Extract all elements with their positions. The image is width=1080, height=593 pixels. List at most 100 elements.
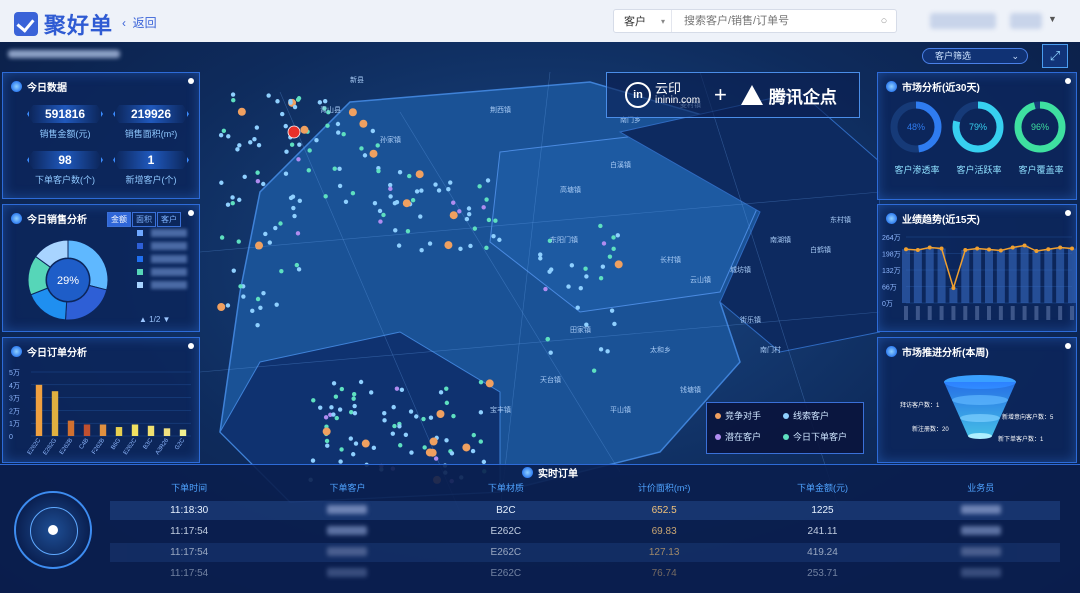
customer-marker[interactable] bbox=[607, 254, 613, 259]
customer-marker[interactable] bbox=[451, 413, 456, 419]
customer-marker[interactable] bbox=[543, 286, 548, 292]
customer-marker[interactable] bbox=[477, 184, 482, 189]
customer-marker[interactable] bbox=[241, 294, 246, 299]
customer-marker[interactable] bbox=[255, 178, 261, 184]
customer-marker[interactable] bbox=[405, 228, 411, 234]
trend-point[interactable] bbox=[939, 246, 944, 251]
customer-marker[interactable] bbox=[337, 407, 343, 412]
bar[interactable] bbox=[99, 424, 107, 436]
customer-marker[interactable] bbox=[548, 350, 553, 355]
customer-marker[interactable] bbox=[403, 432, 409, 438]
customer-marker[interactable] bbox=[484, 197, 489, 202]
customer-marker[interactable] bbox=[614, 260, 623, 269]
customer-marker[interactable] bbox=[449, 211, 458, 220]
customer-marker[interactable] bbox=[399, 387, 405, 393]
customer-marker[interactable] bbox=[371, 445, 377, 451]
customer-filter-dropdown[interactable]: 客户筛选 ⌄ bbox=[922, 48, 1028, 64]
customer-marker[interactable] bbox=[368, 390, 374, 395]
customer-marker[interactable] bbox=[306, 168, 311, 173]
customer-marker[interactable] bbox=[255, 170, 260, 175]
bar[interactable] bbox=[163, 428, 171, 436]
customer-marker[interactable] bbox=[485, 178, 491, 183]
trend-point[interactable] bbox=[915, 248, 920, 252]
tab-amount[interactable]: 金额 bbox=[107, 212, 131, 227]
customer-marker[interactable] bbox=[231, 268, 236, 273]
customer-marker[interactable] bbox=[381, 212, 386, 218]
customer-marker[interactable] bbox=[485, 379, 494, 388]
customer-marker[interactable] bbox=[598, 347, 604, 352]
customer-marker[interactable] bbox=[497, 237, 502, 243]
customer-marker[interactable] bbox=[394, 386, 400, 391]
customer-marker[interactable] bbox=[352, 403, 357, 409]
map-legend-item[interactable]: 潜在客户 bbox=[715, 430, 783, 443]
customer-marker[interactable] bbox=[484, 245, 489, 251]
customer-marker[interactable] bbox=[388, 186, 393, 192]
customer-marker[interactable] bbox=[322, 98, 328, 104]
customer-marker[interactable] bbox=[414, 414, 419, 419]
customer-marker[interactable] bbox=[261, 181, 266, 187]
customer-marker[interactable] bbox=[421, 416, 426, 422]
customer-marker[interactable] bbox=[255, 241, 264, 250]
customer-marker[interactable] bbox=[296, 267, 302, 272]
customer-marker[interactable] bbox=[250, 308, 255, 314]
trend-point[interactable] bbox=[904, 247, 908, 252]
customer-marker[interactable] bbox=[273, 225, 278, 231]
customer-marker[interactable] bbox=[332, 166, 337, 171]
customer-marker[interactable] bbox=[288, 195, 294, 201]
search-icon[interactable]: ○ bbox=[872, 15, 896, 27]
customer-marker[interactable] bbox=[377, 208, 383, 214]
customer-marker[interactable] bbox=[334, 415, 339, 421]
customer-marker[interactable] bbox=[219, 235, 225, 240]
customer-marker[interactable] bbox=[352, 410, 358, 416]
customer-marker[interactable] bbox=[451, 200, 456, 205]
customer-marker[interactable] bbox=[419, 188, 424, 193]
customer-marker[interactable] bbox=[359, 146, 364, 151]
back-link[interactable]: ‹ 返回 bbox=[122, 14, 157, 31]
customer-marker[interactable] bbox=[279, 268, 284, 274]
customer-marker[interactable] bbox=[376, 168, 381, 174]
customer-marker[interactable] bbox=[397, 170, 403, 175]
customer-marker[interactable] bbox=[314, 138, 319, 143]
customer-marker[interactable] bbox=[448, 180, 453, 185]
customer-marker[interactable] bbox=[322, 427, 331, 436]
customer-marker[interactable] bbox=[263, 231, 268, 237]
customer-marker[interactable] bbox=[255, 322, 260, 328]
trend-point[interactable] bbox=[1070, 246, 1074, 251]
customer-marker[interactable] bbox=[422, 445, 427, 450]
app-logo[interactable]: 聚好单 bbox=[14, 8, 113, 40]
customer-marker[interactable] bbox=[464, 216, 470, 222]
table-row[interactable]: 11:17:54 E262C 76.74 253.71 bbox=[110, 564, 1060, 583]
customer-marker[interactable] bbox=[288, 98, 293, 104]
customer-marker[interactable] bbox=[470, 448, 476, 454]
customer-marker[interactable] bbox=[217, 302, 226, 311]
customer-marker[interactable] bbox=[538, 256, 543, 261]
customer-marker[interactable] bbox=[219, 180, 224, 185]
customer-marker[interactable] bbox=[410, 198, 416, 203]
customer-marker[interactable] bbox=[491, 234, 496, 239]
customer-marker[interactable] bbox=[274, 302, 279, 307]
customer-marker[interactable] bbox=[255, 296, 261, 302]
table-row[interactable]: 11:17:54 E262C 127.13 419.24 bbox=[110, 543, 1060, 562]
customer-marker[interactable] bbox=[396, 243, 402, 248]
customer-marker[interactable] bbox=[408, 409, 414, 414]
customer-marker[interactable] bbox=[436, 409, 445, 418]
customer-marker[interactable] bbox=[237, 143, 242, 148]
customer-marker[interactable] bbox=[218, 132, 224, 138]
bar[interactable] bbox=[147, 425, 155, 436]
trend-point[interactable] bbox=[998, 248, 1003, 253]
customer-marker[interactable] bbox=[457, 209, 462, 214]
customer-marker[interactable] bbox=[458, 246, 463, 252]
customer-marker[interactable] bbox=[393, 228, 398, 233]
customer-marker[interactable] bbox=[419, 247, 424, 253]
table-row[interactable]: 11:18:30 B2C 652.5 1225 bbox=[110, 501, 1060, 520]
customer-marker[interactable] bbox=[337, 183, 343, 189]
customer-marker[interactable] bbox=[225, 303, 231, 308]
customer-marker[interactable] bbox=[600, 264, 606, 269]
customer-marker[interactable] bbox=[370, 128, 376, 134]
customer-marker[interactable] bbox=[378, 219, 383, 224]
customer-marker[interactable] bbox=[278, 221, 283, 226]
customer-marker[interactable] bbox=[333, 394, 339, 399]
customer-marker[interactable] bbox=[575, 305, 580, 310]
customer-marker[interactable] bbox=[252, 137, 257, 142]
customer-marker[interactable] bbox=[428, 415, 434, 420]
